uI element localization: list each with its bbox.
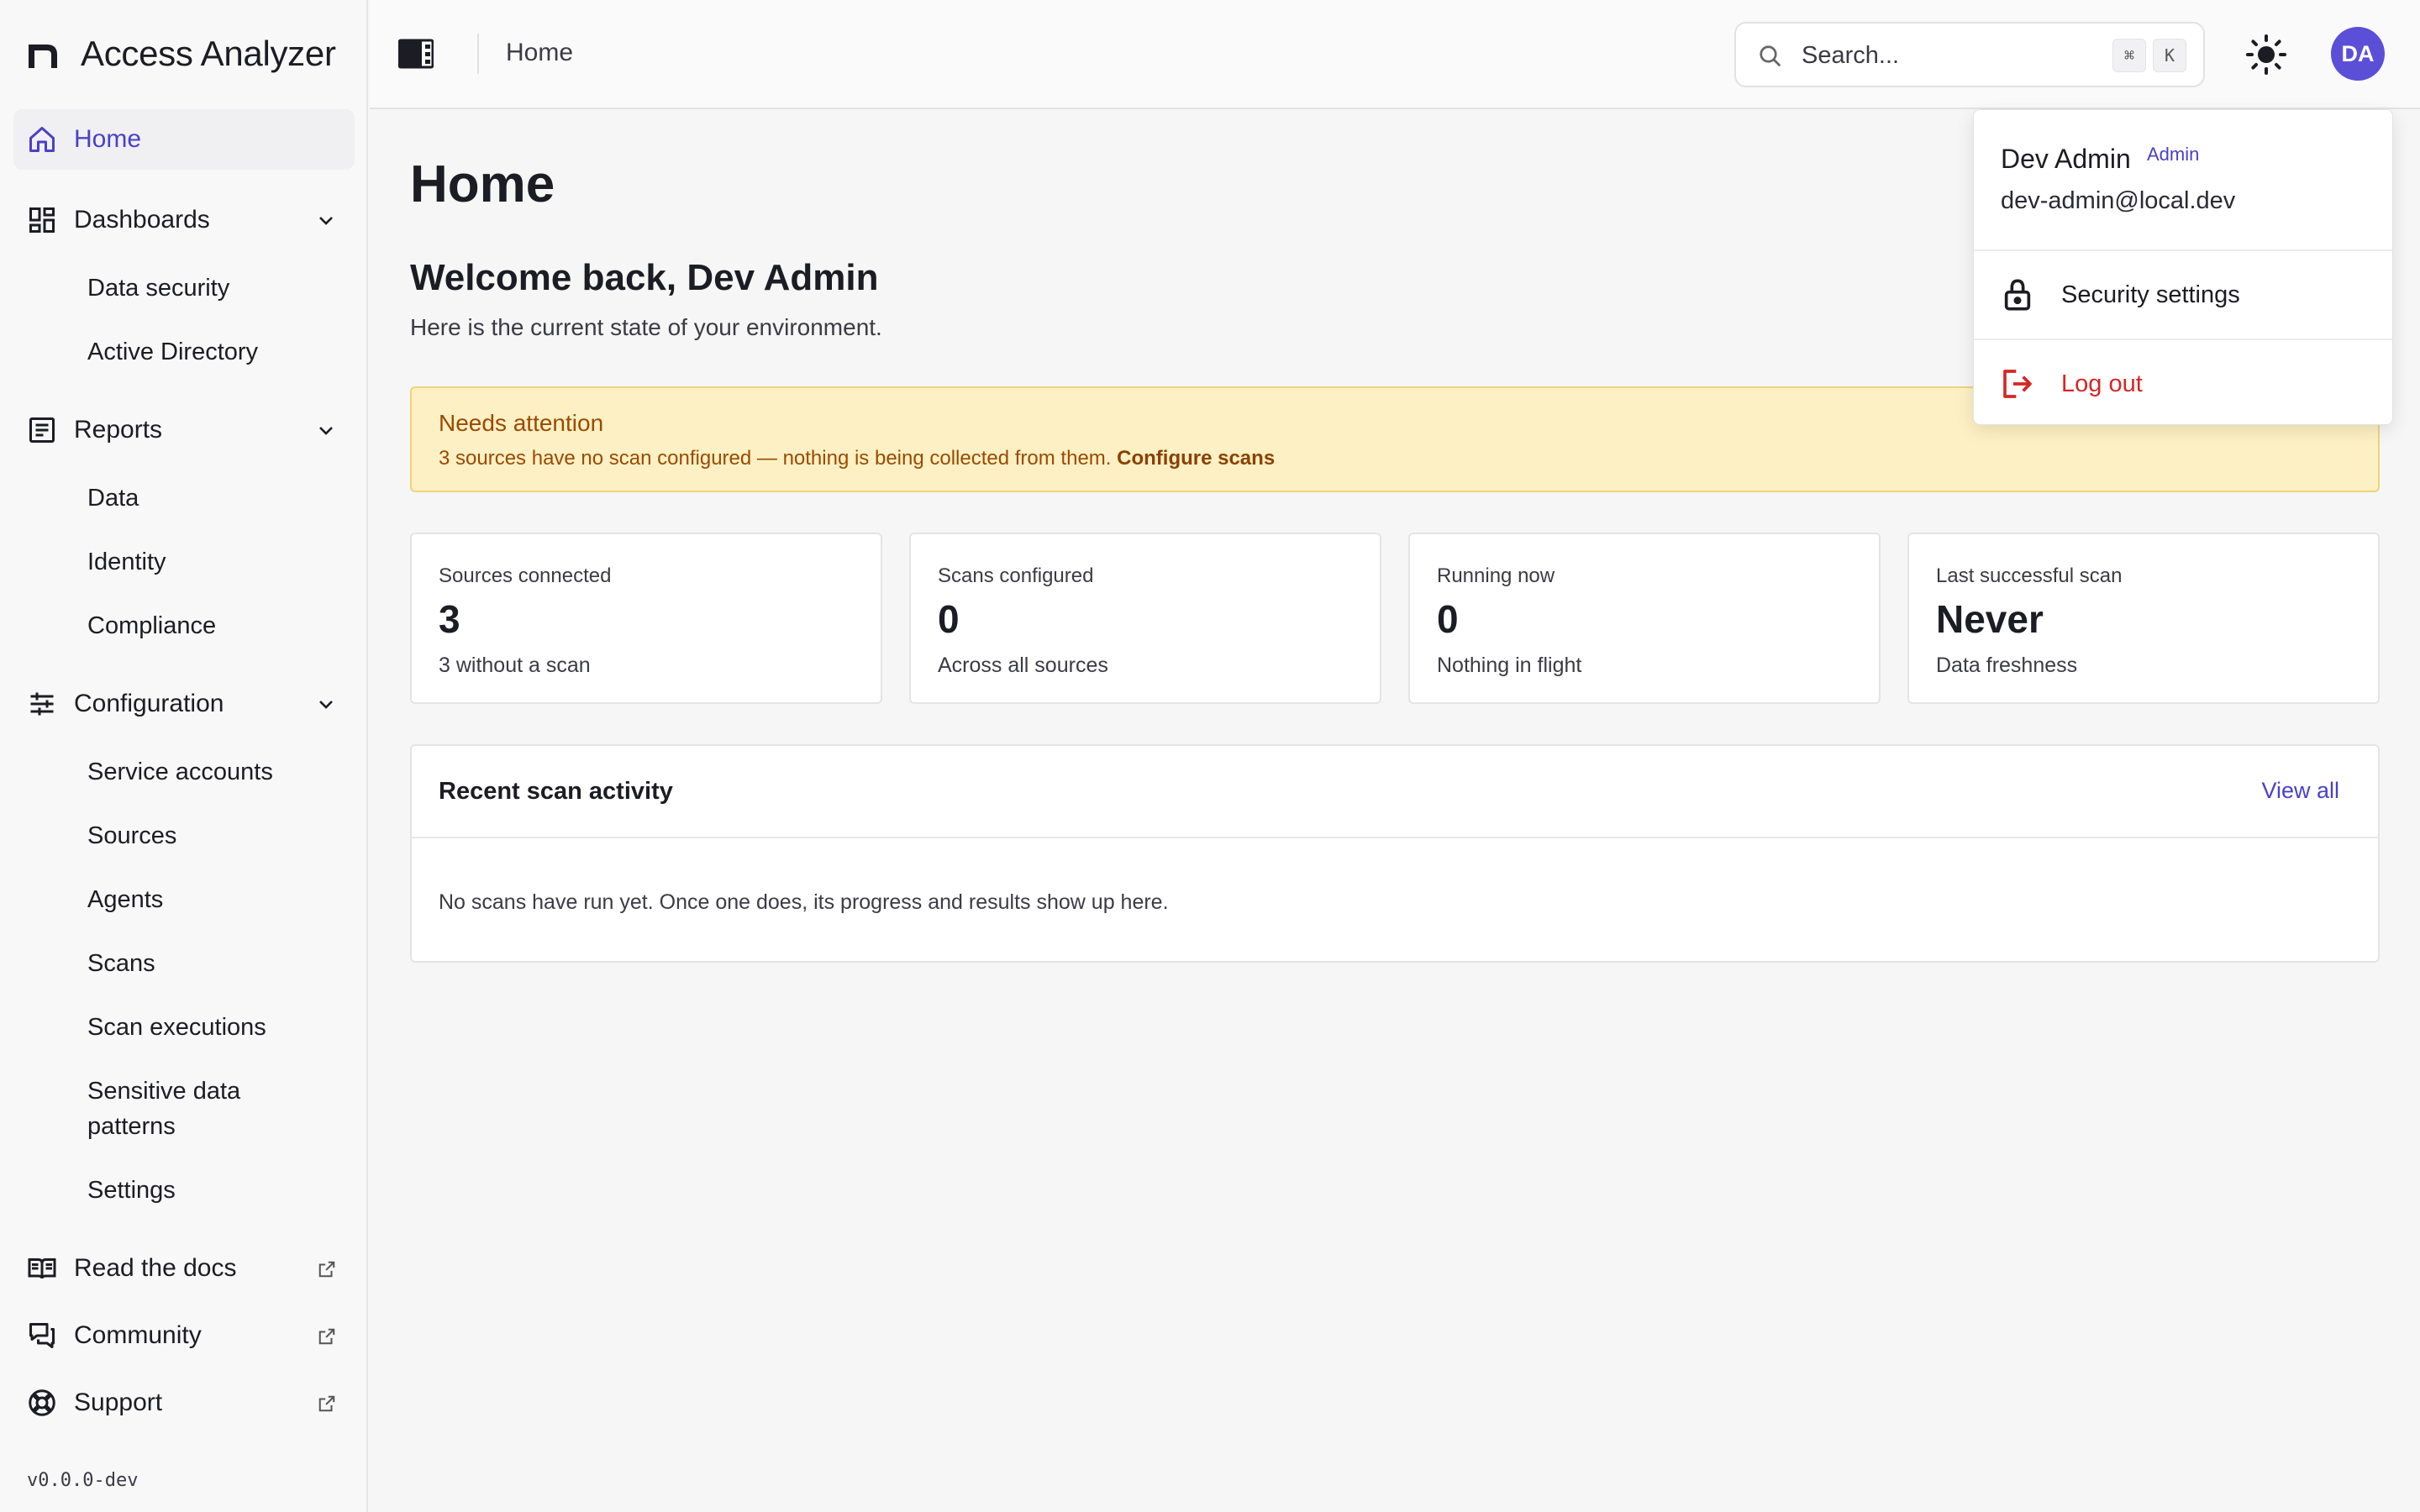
sidebar-item-data-security[interactable]: Data security bbox=[13, 259, 355, 312]
sidebar-item-label: Reports bbox=[74, 416, 163, 444]
stat-value: 0 bbox=[1437, 597, 1459, 641]
menu-item-label: Log out bbox=[2061, 370, 2143, 397]
stat-label: Scans configured bbox=[938, 564, 1094, 587]
sidebar-item-data[interactable]: Data bbox=[13, 469, 355, 522]
search-icon bbox=[1760, 45, 1781, 67]
stat-label: Sources connected bbox=[439, 564, 612, 587]
sidebar-item-active-directory[interactable]: Active Directory bbox=[13, 323, 355, 376]
sidebar-item-label: Read the docs bbox=[74, 1254, 237, 1282]
user-role-badge: Admin bbox=[2147, 144, 2200, 165]
logout-menu-item[interactable]: Log out bbox=[1974, 340, 2392, 428]
view-all-link[interactable]: View all bbox=[2261, 778, 2339, 804]
stat-card-scans: Scans configured 0 Across all sources bbox=[909, 533, 1381, 704]
stat-card-last-scan: Last successful scan Never Data freshnes… bbox=[1907, 533, 2380, 704]
chevron-down-icon bbox=[319, 701, 333, 709]
topbar: Home Search... ⌘ K DA bbox=[370, 0, 2420, 109]
sidebar-item-settings[interactable]: Settings bbox=[13, 1161, 355, 1215]
sidebar-toggle-icon[interactable] bbox=[398, 37, 434, 71]
lifebuoy-icon bbox=[29, 1389, 55, 1416]
dashboard-icon bbox=[29, 207, 55, 233]
sidebar-item-scans[interactable]: Scans bbox=[13, 934, 355, 988]
sidebar-link-support[interactable]: Support bbox=[13, 1373, 355, 1433]
shortcut-key-cmd: ⌘ bbox=[2112, 39, 2146, 72]
sidebar-group-configuration[interactable]: Configuration bbox=[13, 674, 355, 734]
alert-message: 3 sources have no scan configured — noth… bbox=[439, 447, 1275, 470]
sidebar-item-compliance[interactable]: Compliance bbox=[13, 596, 355, 650]
welcome-subtitle: Here is the current state of your enviro… bbox=[410, 314, 882, 340]
sidebar-link-docs[interactable]: Read the docs bbox=[13, 1238, 355, 1299]
sidebar-item-home[interactable]: Home bbox=[13, 109, 355, 170]
sidebar: Access Analyzer Home Dashboards Data sec… bbox=[0, 0, 368, 1512]
sidebar-item-sources[interactable]: Sources bbox=[13, 806, 355, 860]
external-link-icon bbox=[318, 1328, 335, 1345]
configure-scans-link[interactable]: Configure scans bbox=[1117, 447, 1275, 470]
menu-item-label: Security settings bbox=[2061, 281, 2240, 308]
stat-value: Never bbox=[1936, 597, 2044, 641]
stat-caption: Nothing in flight bbox=[1437, 654, 1582, 677]
book-icon bbox=[28, 1258, 56, 1279]
chevron-down-icon bbox=[319, 427, 333, 435]
external-link-icon bbox=[318, 1261, 335, 1278]
sliders-icon bbox=[30, 692, 54, 716]
sidebar-item-scan-executions[interactable]: Scan executions bbox=[13, 998, 355, 1052]
stat-caption: Data freshness bbox=[1936, 654, 2078, 677]
sidebar-item-label: Community bbox=[74, 1321, 202, 1349]
sun-icon[interactable] bbox=[2245, 34, 2287, 76]
sidebar-link-community[interactable]: Community bbox=[13, 1305, 355, 1366]
logout-icon bbox=[2003, 370, 2032, 398]
sidebar-item-label: Home bbox=[74, 125, 142, 153]
search-input[interactable]: Search... ⌘ K bbox=[1734, 22, 2205, 87]
sidebar-item-agents[interactable]: Agents bbox=[13, 870, 355, 924]
app-version: v0.0.0-dev bbox=[27, 1470, 139, 1491]
report-icon bbox=[29, 417, 55, 443]
app-name: Access Analyzer bbox=[81, 34, 336, 73]
recent-scan-activity: Recent scan activity View all No scans h… bbox=[410, 744, 2380, 963]
security-settings-menu-item[interactable]: Security settings bbox=[1974, 251, 2392, 339]
stat-value: 0 bbox=[938, 597, 960, 641]
sidebar-item-service-accounts[interactable]: Service accounts bbox=[13, 743, 355, 796]
alert-title: Needs attention bbox=[439, 410, 604, 436]
activity-title: Recent scan activity bbox=[439, 778, 673, 805]
shortcut-key-k: K bbox=[2153, 39, 2186, 72]
user-name: Dev Admin bbox=[2001, 144, 2131, 174]
search-placeholder: Search... bbox=[1802, 42, 1900, 69]
user-email: dev-admin@local.dev bbox=[2001, 187, 2236, 214]
user-menu: Dev Admin Admin dev-admin@local.dev Secu… bbox=[1973, 109, 2393, 425]
sidebar-item-label: Configuration bbox=[74, 690, 224, 717]
stat-label: Last successful scan bbox=[1936, 564, 2123, 587]
app-logo-icon bbox=[29, 45, 57, 68]
stat-value: 3 bbox=[439, 597, 460, 641]
activity-header: Recent scan activity View all bbox=[412, 746, 2378, 838]
home-icon bbox=[29, 127, 55, 152]
stat-card-running: Running now 0 Nothing in flight bbox=[1408, 533, 1881, 704]
alert-text: 3 sources have no scan configured — noth… bbox=[439, 447, 1112, 470]
chevron-down-icon bbox=[319, 217, 333, 225]
welcome-heading: Welcome back, Dev Admin bbox=[410, 257, 879, 298]
page-title: Home bbox=[410, 155, 555, 213]
topbar-divider bbox=[477, 34, 479, 74]
lock-icon bbox=[2004, 279, 2031, 311]
activity-empty-state: No scans have run yet. Once one does, it… bbox=[439, 890, 1169, 914]
external-link-icon bbox=[318, 1395, 335, 1412]
sidebar-item-label: Support bbox=[74, 1389, 163, 1416]
sidebar-item-identity[interactable]: Identity bbox=[13, 533, 355, 586]
stat-card-sources: Sources connected 3 3 without a scan bbox=[410, 533, 882, 704]
breadcrumb: Home bbox=[506, 39, 574, 66]
stat-caption: Across all sources bbox=[938, 654, 1108, 677]
avatar[interactable]: DA bbox=[2331, 27, 2385, 81]
sidebar-item-sensitive-data-patterns[interactable]: Sensitive data patterns bbox=[13, 1062, 355, 1152]
chat-icon bbox=[29, 1323, 55, 1348]
stat-caption: 3 without a scan bbox=[439, 654, 591, 677]
brand[interactable]: Access Analyzer bbox=[25, 29, 336, 79]
sidebar-item-label: Dashboards bbox=[74, 206, 210, 234]
sidebar-group-reports[interactable]: Reports bbox=[13, 400, 355, 460]
sidebar-group-dashboards[interactable]: Dashboards bbox=[13, 190, 355, 250]
stat-label: Running now bbox=[1437, 564, 1555, 587]
